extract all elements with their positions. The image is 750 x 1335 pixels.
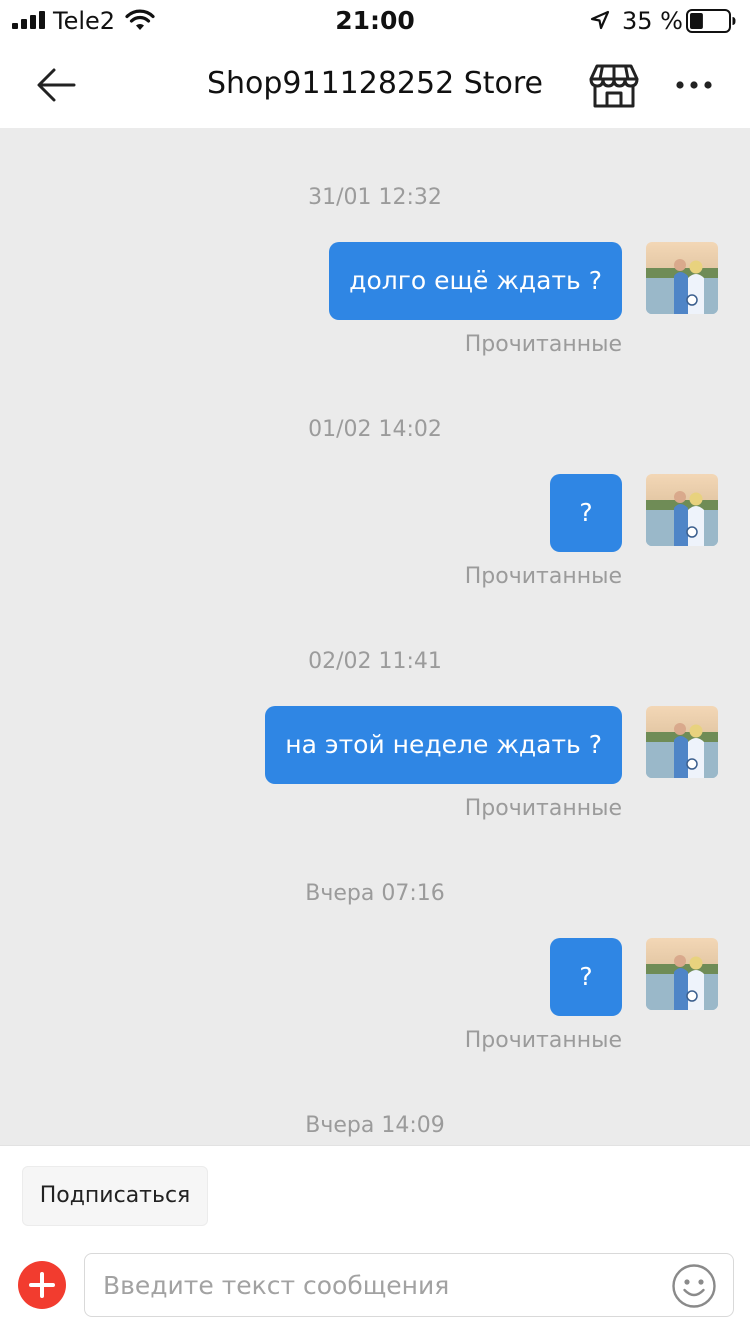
message-input-box — [84, 1253, 734, 1317]
back-arrow-icon[interactable] — [30, 60, 82, 110]
subscribe-button[interactable]: Подписаться — [22, 1166, 208, 1226]
avatar[interactable] — [646, 242, 718, 314]
message-bubble[interactable]: долго ещё ждать ? — [329, 242, 622, 320]
message-bubble[interactable]: на этой неделе ждать ? — [265, 706, 622, 784]
battery-percent: 35 % — [622, 7, 683, 35]
avatar[interactable] — [646, 474, 718, 546]
read-status: Прочитанные — [464, 796, 622, 821]
message-timestamp: Вчера 14:09 — [305, 1113, 445, 1138]
navigation-bar: Shop911128252 Store — [0, 40, 750, 128]
status-bar: Tele2 21:00 35 % — [0, 0, 750, 40]
avatar[interactable] — [646, 938, 718, 1010]
read-status: Прочитанные — [464, 1028, 622, 1053]
chat-message-list[interactable]: 31/01 12:32 долго ещё ждать ? Прочитанны… — [0, 128, 750, 1145]
location-arrow-icon — [590, 10, 610, 30]
message-timestamp: Вчера 07:16 — [305, 881, 445, 906]
more-icon[interactable] — [672, 70, 716, 100]
read-status: Прочитанные — [464, 564, 622, 589]
battery-icon — [686, 9, 736, 33]
avatar[interactable] — [646, 706, 718, 778]
read-status: Прочитанные — [464, 332, 622, 357]
message-bubble[interactable]: ? — [550, 938, 622, 1016]
emoji-icon[interactable] — [671, 1263, 717, 1309]
store-icon[interactable] — [588, 62, 640, 110]
plus-icon[interactable] — [18, 1261, 66, 1309]
message-input[interactable] — [103, 1262, 663, 1308]
message-timestamp: 01/02 14:02 — [308, 417, 442, 442]
message-timestamp: 31/01 12:32 — [308, 185, 442, 210]
bottom-bar: Подписаться — [0, 1145, 750, 1335]
message-timestamp: 02/02 11:41 — [308, 649, 442, 674]
message-bubble[interactable]: ? — [550, 474, 622, 552]
chat-title: Shop911128252 Store — [206, 66, 544, 101]
